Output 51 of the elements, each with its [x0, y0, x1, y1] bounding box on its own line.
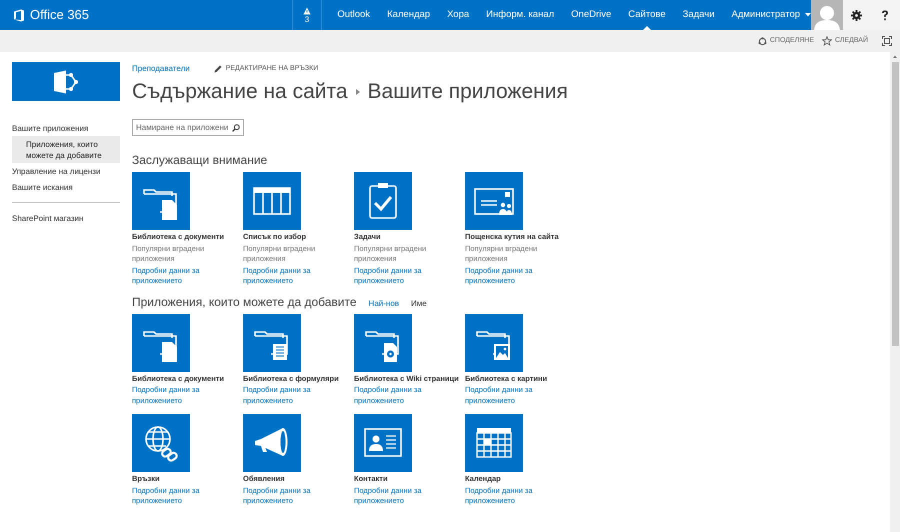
nav-item[interactable]: Вашите искания: [12, 179, 120, 195]
nav-item[interactable]: Управление на лицензи: [12, 163, 120, 179]
settings-icon: [851, 10, 862, 20]
help-icon: [881, 10, 890, 20]
site-link[interactable]: Преподаватели: [132, 63, 190, 75]
search-field[interactable]: Намиране на приложени: [132, 119, 244, 136]
nav-link[interactable]: Календар: [387, 0, 430, 30]
sort-option[interactable]: Най-нов: [368, 298, 400, 310]
scrollbar[interactable]: [890, 52, 900, 532]
custom-list-tile-icon[interactable]: [243, 172, 301, 230]
star-icon: [822, 36, 832, 46]
nav-link[interactable]: Задачи: [682, 0, 715, 30]
scrollbar-thumb[interactable]: [892, 62, 898, 346]
section-heading: Приложения, които можете да добавите: [132, 294, 357, 310]
nav-link[interactable]: Хора: [447, 0, 470, 30]
nav-item[interactable]: Приложения, които можете да добавите: [12, 136, 120, 163]
links-tile-icon[interactable]: [132, 414, 190, 472]
page-subtitle: Вашите приложения: [368, 79, 568, 106]
announcements-tile-icon[interactable]: [243, 414, 301, 472]
nav-link[interactable]: Сайтове: [628, 0, 666, 30]
page-title: Съдържание на сайта: [132, 79, 348, 106]
office-logo-icon: [13, 8, 25, 22]
wiki-library-tile-icon[interactable]: [354, 314, 412, 372]
share-icon: [758, 36, 767, 46]
sort-option[interactable]: Име: [411, 298, 427, 310]
form-library-tile-icon[interactable]: [243, 314, 301, 372]
document-library-tile-icon[interactable]: [132, 172, 190, 230]
focus-icon: [882, 36, 892, 46]
breadcrumb-arrow-icon: [356, 89, 360, 95]
sharepoint-logo-icon: [52, 70, 80, 94]
nav-link[interactable]: Администратор: [732, 0, 812, 30]
user-silhouette-icon: [812, 3, 841, 30]
nav-link[interactable]: OneDrive: [571, 0, 612, 30]
nav-link[interactable]: Outlook: [337, 0, 370, 30]
nav-item[interactable]: SharePoint магазин: [12, 210, 120, 226]
brand-name[interactable]: Office 365: [30, 5, 90, 25]
site-logo[interactable]: [12, 62, 120, 101]
document-library-tile-icon[interactable]: [132, 314, 190, 372]
nav-item[interactable]: Вашите приложения: [12, 120, 120, 136]
nav-link[interactable]: Информ. канал: [486, 0, 554, 30]
scroll-up-icon[interactable]: [892, 54, 898, 60]
tasks-tile-icon[interactable]: [354, 172, 412, 230]
picture-library-tile-icon[interactable]: [465, 314, 523, 372]
contacts-tile-icon[interactable]: [354, 414, 412, 472]
search-icon: [232, 124, 240, 132]
alert-icon: [302, 6, 311, 14]
pencil-icon: [214, 65, 222, 73]
focus-button[interactable]: [882, 36, 892, 46]
section-heading: Заслужаващи внимание: [132, 152, 268, 169]
calendar-tile-icon[interactable]: [465, 414, 523, 472]
site-mailbox-tile-icon[interactable]: [465, 172, 523, 230]
